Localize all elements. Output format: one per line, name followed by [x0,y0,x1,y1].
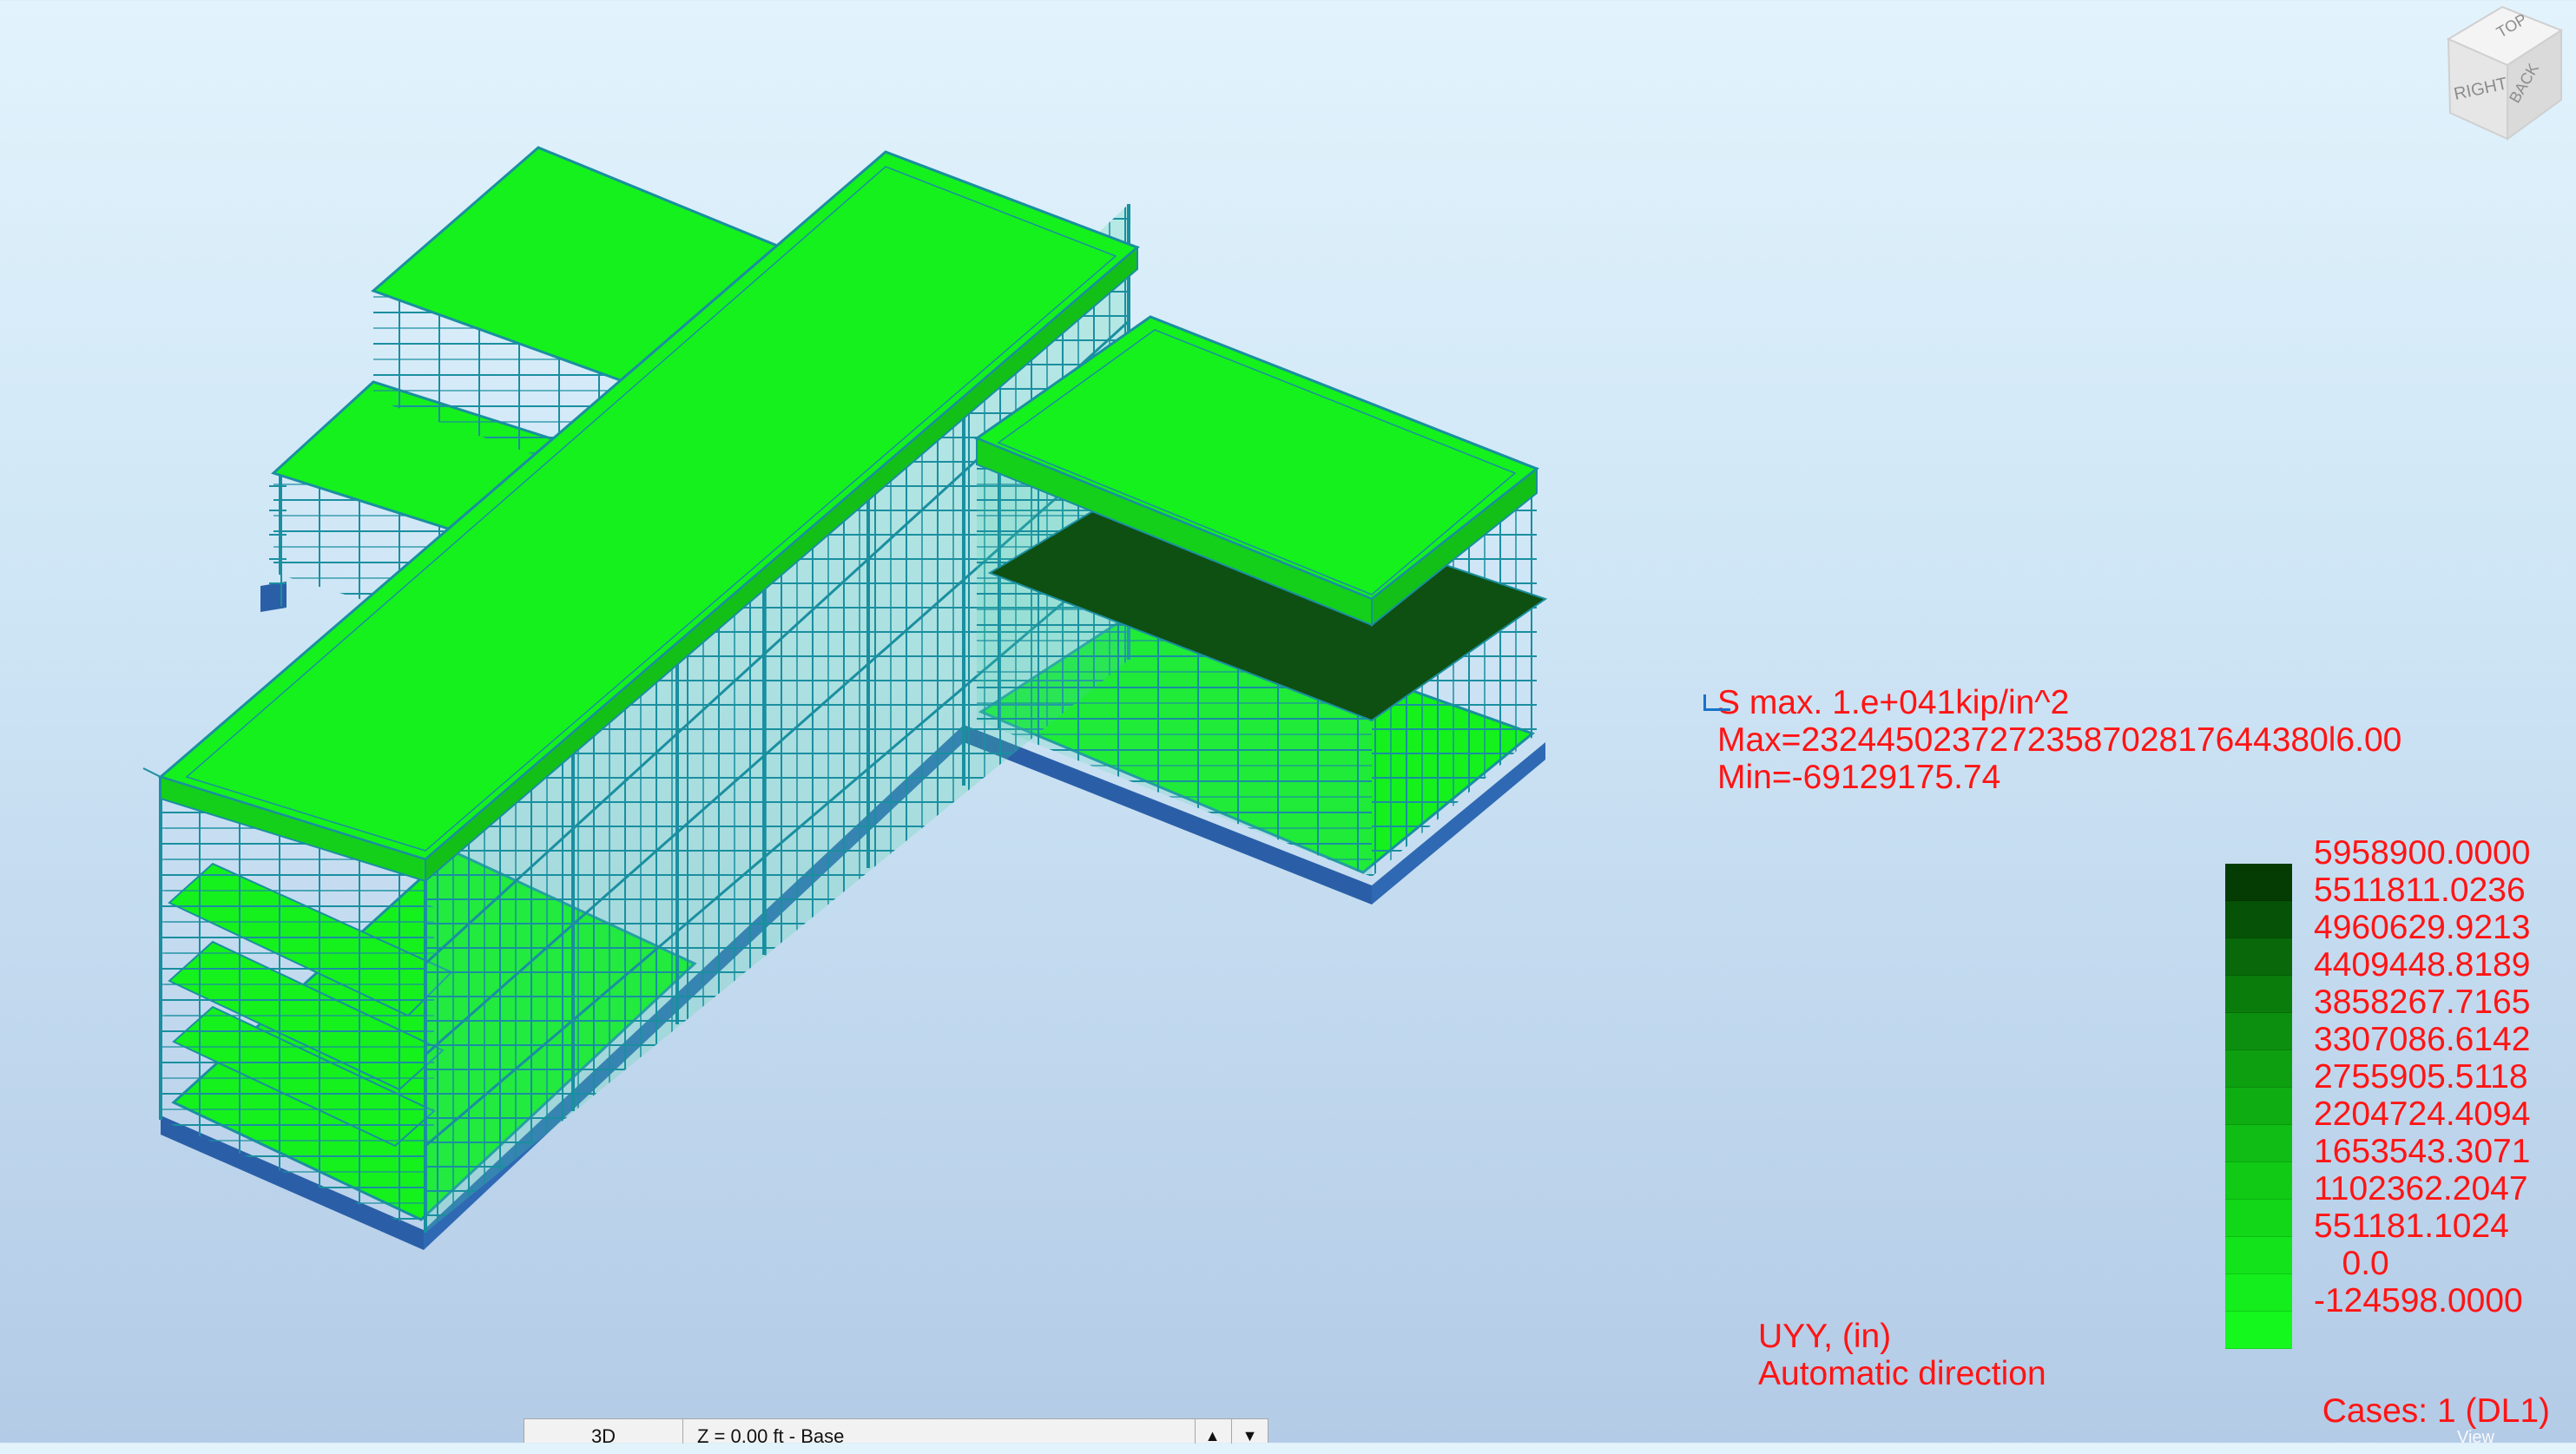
level-up-button[interactable]: ▲ [1195,1419,1229,1444]
legend-swatch [2225,1088,2292,1125]
component-quantity: UYY, (in) [1758,1318,1892,1355]
legend-label: 1102362.2047 [2314,1170,2528,1207]
level-field[interactable]: Z = 0.00 ft - Base [685,1419,1193,1444]
legend-swatch [2225,864,2292,901]
legend-swatch [2225,1274,2292,1312]
triangle-up-icon: ▲ [1204,1427,1221,1444]
legend-label: 1653543.3071 [2314,1133,2531,1170]
view-tab[interactable]: View [2457,1428,2494,1448]
legend-label: 0.0 [2314,1245,2389,1282]
legend-label: 5511811.0236 [2314,872,2526,909]
result-marker-icon [1703,694,1730,711]
triangle-down-icon: ▼ [1242,1427,1258,1444]
result-title: S max. 1.e+041kip/in^2 [1717,684,2070,721]
legend-swatch [2225,938,2292,976]
result-min: Min=-69129175.74 [1717,759,2001,796]
legend-label: 4409448.8189 [2314,946,2531,984]
legend-swatch [2225,901,2292,938]
legend-label: 3307086.6142 [2314,1021,2531,1058]
legend-labels: 5958900.0000 5511811.0236 4960629.9213 4409… [2314,834,2530,1319]
legend-color-bar [2225,864,2292,1349]
legend-label: 5958900.0000 [2314,834,2531,872]
level-down-button[interactable]: ▼ [1231,1419,1268,1444]
legend-swatch [2225,976,2292,1013]
view-mode-field[interactable]: 3D [524,1419,683,1447]
legend-swatch [2225,1200,2292,1237]
view-level-bar: 3D Z = 0.00 ft - Base ▲ ▼ [524,1418,1268,1447]
viewcube-navigator[interactable]: TOP RIGHT BACK [2431,0,2576,152]
legend-label: -124598.0000 [2314,1282,2523,1319]
legend-label: 4960629.9213 [2314,909,2531,946]
legend-label: 551181.1024 [2314,1207,2509,1245]
result-max: Max=2324450237272358702817644380l6.00 [1717,721,2402,759]
load-cases-label: Cases: 1 (DL1) [2322,1392,2550,1430]
legend-label: 3858267.7165 [2314,984,2531,1021]
legend-label: 2755905.5118 [2314,1058,2528,1095]
legend-label: 2204724.4094 [2314,1095,2531,1133]
result-header: S max. 1.e+041kip/in^2 Max=2324450237272… [1703,684,2402,796]
legend-swatch [2225,1312,2292,1349]
legend-swatch [2225,1050,2292,1088]
legend-swatch [2225,1237,2292,1274]
legend-swatch [2225,1013,2292,1050]
legend-swatch [2225,1125,2292,1162]
legend-swatch [2225,1162,2292,1200]
component-direction: Automatic direction [1758,1355,2046,1392]
result-component: UYY, (in) Automatic direction [1758,1318,2046,1392]
